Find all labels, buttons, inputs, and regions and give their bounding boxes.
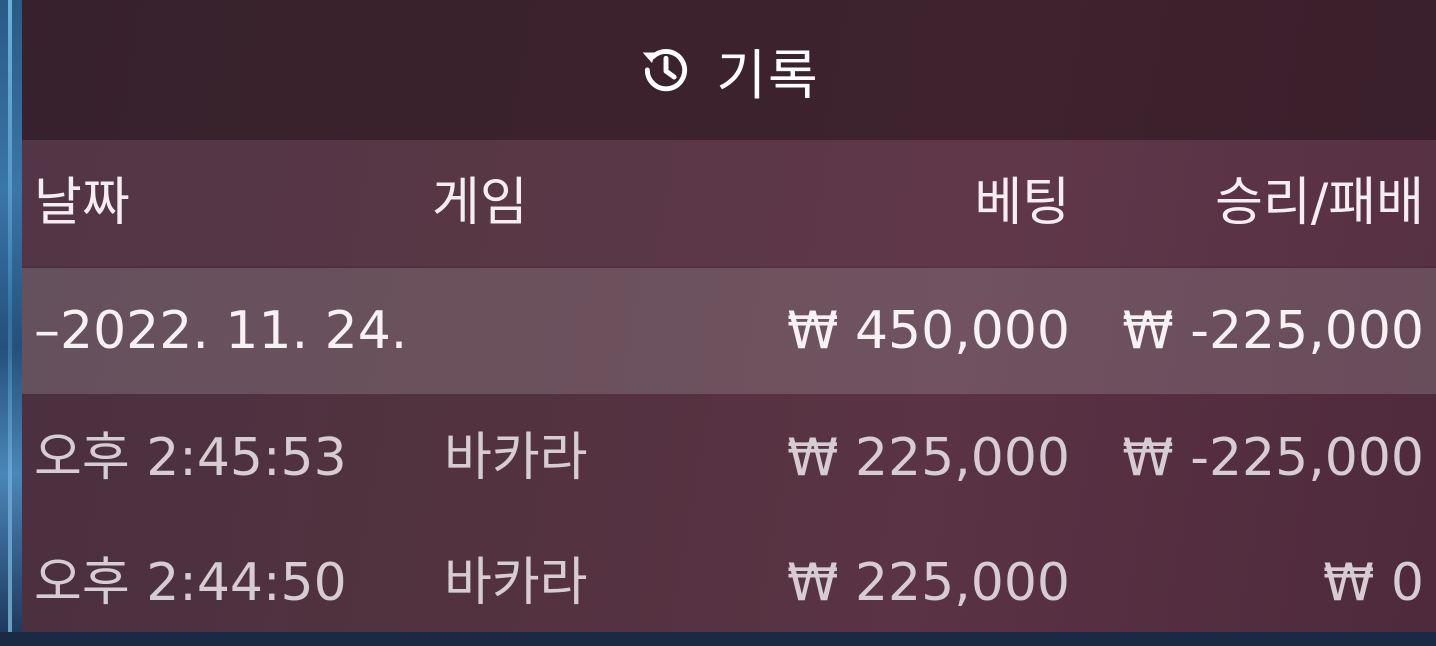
column-win-loss: 승리/패배: [1215, 173, 1424, 233]
history-panel: 기록 날짜 게임 베팅 승리/패배 –2022. 11. 24. ₩ 450,0…: [22, 0, 1436, 632]
date-group-bet-total: ₩ 450,000: [787, 301, 1070, 361]
row-win-loss: ₩ -225,000: [1122, 428, 1424, 488]
history-title: 기록: [716, 43, 820, 107]
row-bet: ₩ 225,000: [787, 428, 1070, 488]
table-header: 날짜 게임 베팅 승리/패배: [22, 140, 1436, 266]
table-row[interactable]: 오후 2:44:50 바카라 ₩ 225,000 ₩ 0: [22, 520, 1436, 632]
row-win-loss: ₩ 0: [1322, 553, 1424, 613]
column-game: 게임: [432, 173, 528, 233]
table-row[interactable]: 오후 2:45:53 바카라 ₩ 225,000 ₩ -225,000: [22, 395, 1436, 521]
column-bet: 베팅: [974, 173, 1070, 233]
column-date: 날짜: [34, 173, 130, 233]
row-game: 바카라: [444, 553, 588, 613]
row-game: 바카라: [444, 428, 588, 488]
history-header: 기록: [22, 0, 1436, 140]
date-group-win-loss-total: ₩ -225,000: [1122, 301, 1424, 361]
date-group-date: –2022. 11. 24.: [34, 301, 408, 361]
row-time: 오후 2:44:50: [34, 553, 347, 613]
background-edge: [0, 0, 22, 632]
row-time: 오후 2:45:53: [34, 428, 347, 488]
date-group-row[interactable]: –2022. 11. 24. ₩ 450,000 ₩ -225,000: [22, 268, 1436, 394]
row-bet: ₩ 225,000: [787, 553, 1070, 613]
history-icon: [642, 49, 688, 92]
